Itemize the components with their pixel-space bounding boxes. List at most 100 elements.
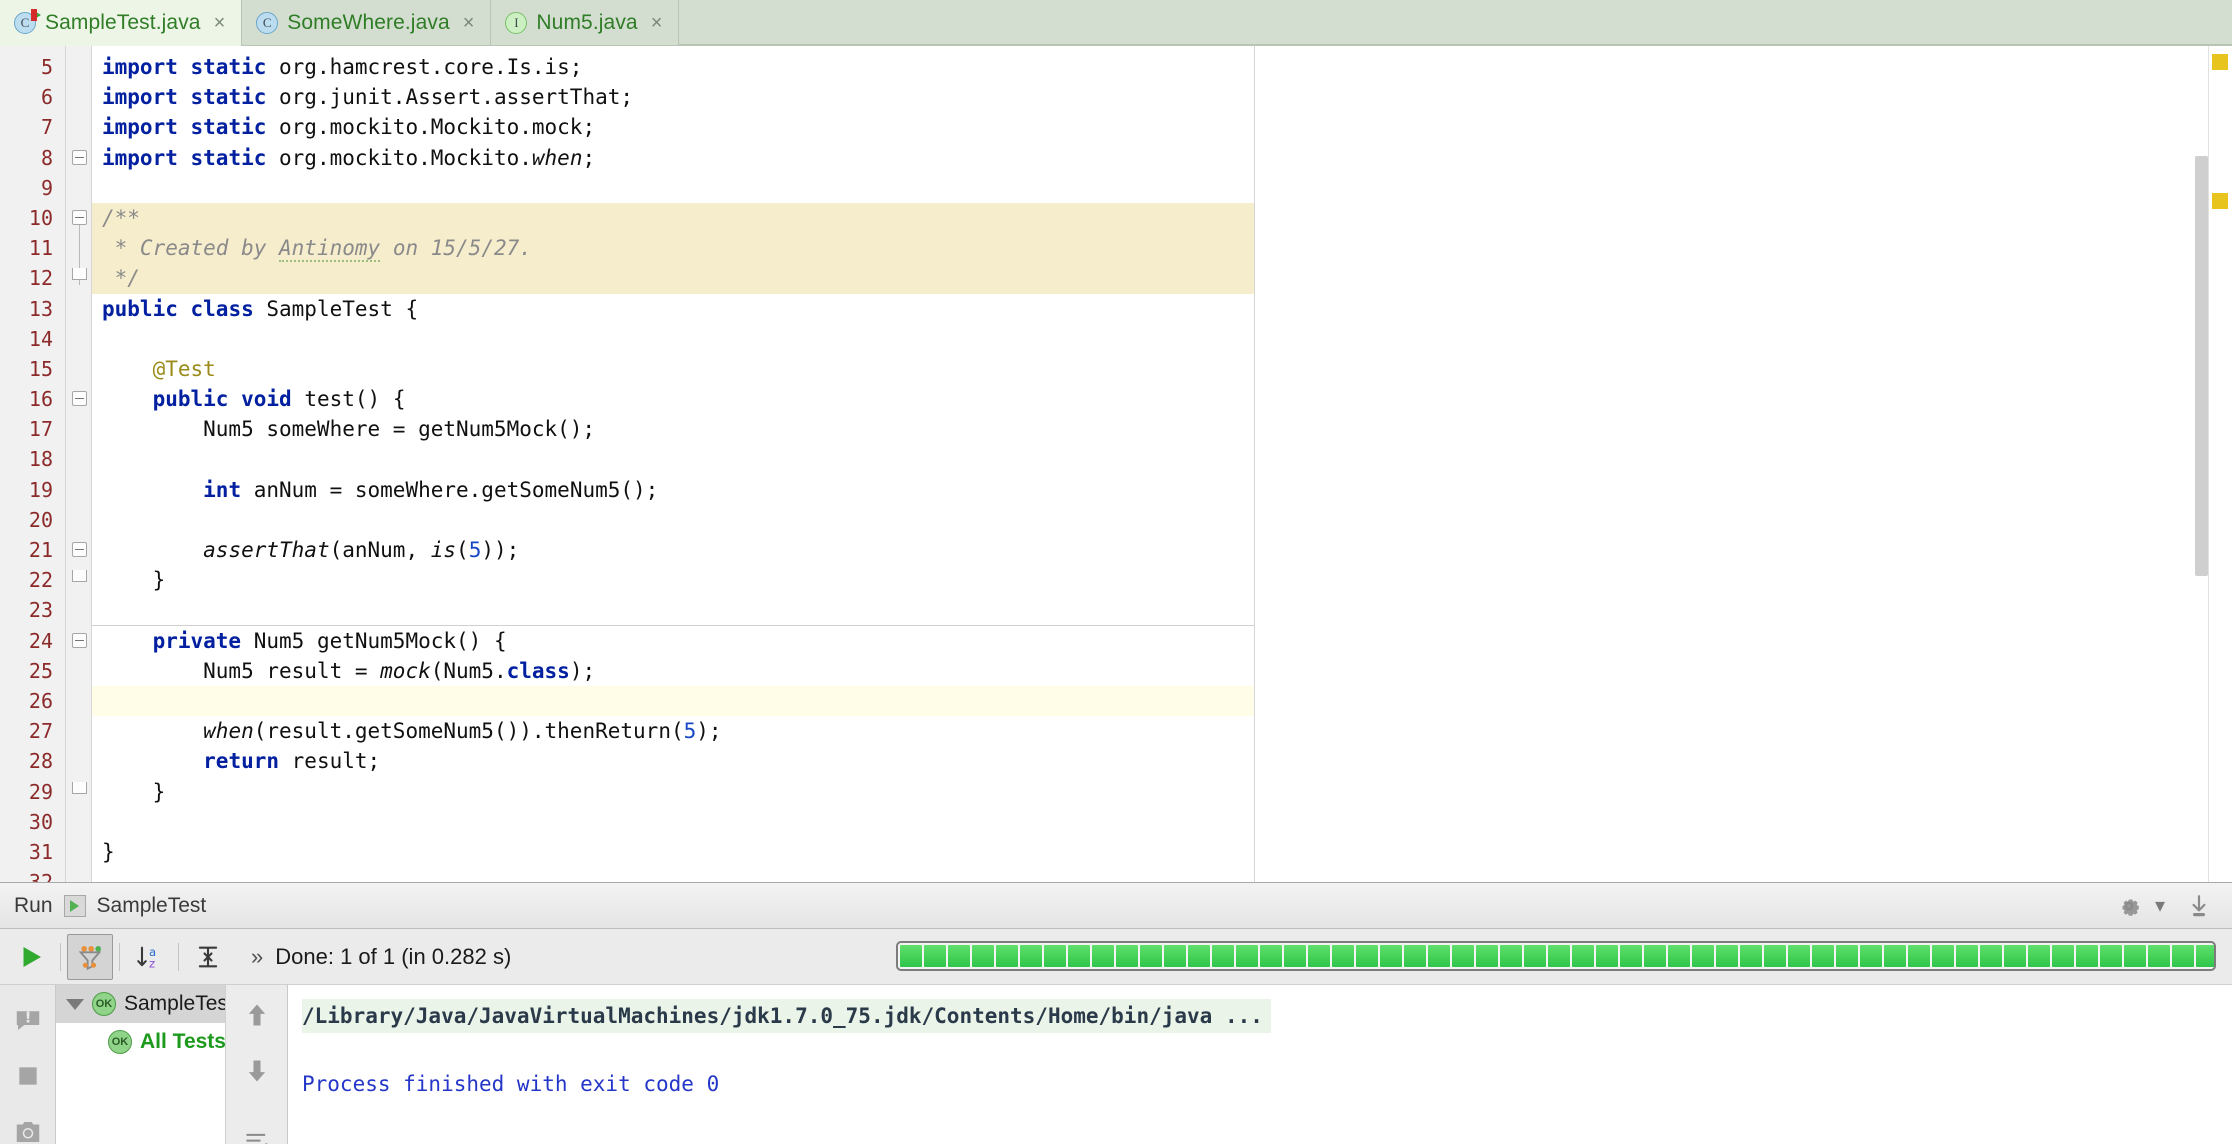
progress-segment xyxy=(1620,945,1642,967)
code-line[interactable]: @Test xyxy=(92,354,2232,384)
code-line[interactable] xyxy=(92,595,2232,625)
close-icon[interactable]: × xyxy=(647,13,663,33)
editor-tab-num5[interactable]: I Num5.java × xyxy=(491,0,680,45)
progress-segment xyxy=(1932,945,1954,967)
progress-segment xyxy=(1524,945,1546,967)
run-status-text: Done: 1 of 1 (in 0.282 s) xyxy=(275,943,512,969)
chevron-down-icon[interactable]: ▾ xyxy=(2155,893,2165,918)
code-line[interactable] xyxy=(92,173,2232,203)
progress-segment xyxy=(1788,945,1810,967)
code-line[interactable] xyxy=(92,444,2232,474)
code-line[interactable] xyxy=(92,505,2232,535)
editor-tab-label: SampleTest.java xyxy=(45,10,201,34)
warning-marker[interactable] xyxy=(2212,54,2228,70)
code-line[interactable] xyxy=(92,867,2232,882)
progress-segment xyxy=(1716,945,1738,967)
progress-segment xyxy=(1812,945,1834,967)
fold-toggle-icon[interactable] xyxy=(72,210,87,225)
run-configuration-icon xyxy=(63,894,86,917)
fold-end-icon[interactable] xyxy=(72,268,87,281)
warning-marker[interactable] xyxy=(2212,193,2228,209)
code-line[interactable] xyxy=(92,685,2232,717)
code-line[interactable]: return result; xyxy=(92,746,2232,776)
code-line[interactable] xyxy=(92,807,2232,837)
line-number: 25 xyxy=(28,658,53,683)
test-passed-icon: OK xyxy=(92,992,116,1016)
progress-segment xyxy=(1428,945,1450,967)
fold-end-icon[interactable] xyxy=(72,781,87,794)
rerun-play-icon[interactable] xyxy=(8,934,54,980)
progress-segment xyxy=(2196,945,2214,967)
progress-segment xyxy=(1692,945,1714,967)
java-class-icon: C xyxy=(256,11,279,34)
run-tool-window: Run SampleTest ▾ a z » Done: 1 of 1 (in … xyxy=(0,882,2232,1144)
progress-segment xyxy=(1116,945,1138,967)
code-line[interactable]: } xyxy=(92,837,2232,867)
test-results-tree[interactable]: OK SampleTest ( OK All Tests xyxy=(56,985,288,1144)
code-line[interactable]: } xyxy=(92,565,2232,595)
code-line[interactable]: private Num5 getNum5Mock() { xyxy=(92,626,2232,656)
code-line[interactable] xyxy=(92,324,2232,354)
chevron-expanded-icon[interactable] xyxy=(66,998,84,1010)
fold-toggle-icon[interactable] xyxy=(72,542,87,558)
progress-segment xyxy=(1500,945,1522,967)
code-line[interactable]: /** xyxy=(92,202,2232,234)
progress-segment xyxy=(1356,945,1378,967)
progress-segment xyxy=(1236,945,1258,967)
console-output[interactable]: /Library/Java/JavaVirtualMachines/jdk1.7… xyxy=(288,985,2232,1144)
code-line[interactable]: assertThat(anNum, is(5)); xyxy=(92,535,2232,565)
expand-collapse-icon[interactable] xyxy=(185,934,231,980)
code-line[interactable]: import static org.junit.Assert.assertTha… xyxy=(92,82,2232,112)
auto-scroll-icon[interactable] xyxy=(237,1123,277,1144)
code-line[interactable]: import static org.hamcrest.core.Is.is; xyxy=(92,52,2232,82)
screenshot-camera-icon[interactable] xyxy=(13,1117,43,1144)
line-number: 9 xyxy=(40,175,53,200)
toolbar-separator xyxy=(178,942,179,971)
run-configuration-name[interactable]: SampleTest xyxy=(97,894,207,918)
gear-icon[interactable] xyxy=(2106,883,2152,929)
run-tool-window-title[interactable]: Run xyxy=(14,894,53,918)
code-editor[interactable]: 5 6 7 8 9 10 11 12 13 14 15 16 17 18 19 20 21 22 23 24 25 26 2… xyxy=(0,46,2232,882)
progress-segment xyxy=(2172,945,2194,967)
code-line[interactable]: when(result.getSomeNum5()).thenReturn(5)… xyxy=(92,716,2232,746)
code-folding-gutter[interactable] xyxy=(66,46,92,882)
console-bubble-icon[interactable]: ! xyxy=(13,1005,43,1035)
code-line[interactable]: import static org.mockito.Mockito.when; xyxy=(92,143,2232,173)
progress-segment xyxy=(1644,945,1666,967)
fold-toggle-icon[interactable] xyxy=(72,149,87,165)
code-line[interactable]: Num5 someWhere = getNum5Mock(); xyxy=(92,414,2232,444)
code-line[interactable]: */ xyxy=(92,263,2232,294)
more-toolbar-actions[interactable]: » xyxy=(251,944,263,970)
progress-segment xyxy=(1284,945,1306,967)
test-tree-label: All Tests xyxy=(140,1030,226,1053)
code-line[interactable]: * Created by Antinomy on 15/5/27. xyxy=(92,233,2232,264)
hide-panel-icon[interactable] xyxy=(2176,883,2222,929)
fold-toggle-icon[interactable] xyxy=(72,632,87,648)
code-line[interactable]: Num5 result = mock(Num5.class); xyxy=(92,656,2232,686)
filter-passed-tests-icon[interactable] xyxy=(67,933,113,980)
editor-tab-sampletest[interactable]: C SampleTest.java × xyxy=(0,0,243,46)
code-line[interactable]: import static org.mockito.Mockito.mock; xyxy=(92,112,2232,142)
console-exit-line: Process finished with exit code 0 xyxy=(302,1072,720,1096)
stop-icon[interactable] xyxy=(15,1063,41,1089)
line-number: 12 xyxy=(28,266,53,291)
editor-vertical-scrollbar[interactable] xyxy=(2195,156,2208,576)
code-text-area[interactable]: import static org.hamcrest.core.Is.is; im… xyxy=(92,46,2232,882)
toolbar-separator xyxy=(60,942,61,971)
error-marker-stripe[interactable] xyxy=(2208,46,2232,882)
fold-toggle-icon[interactable] xyxy=(72,391,87,407)
close-icon[interactable]: × xyxy=(459,13,475,33)
code-line[interactable]: int anNum = someWhere.getSomeNum5(); xyxy=(92,475,2232,505)
next-failed-test-icon[interactable] xyxy=(237,1051,277,1091)
code-line[interactable]: public void test() { xyxy=(92,384,2232,414)
fold-end-icon[interactable] xyxy=(72,570,87,583)
progress-segment xyxy=(1332,945,1354,967)
code-line[interactable]: } xyxy=(92,777,2232,807)
code-line[interactable]: public class SampleTest { xyxy=(92,294,2232,324)
progress-segment xyxy=(948,945,970,967)
editor-tab-somewhere[interactable]: C SomeWhere.java × xyxy=(242,0,492,45)
close-icon[interactable]: × xyxy=(210,13,226,33)
sort-alphabetically-icon[interactable]: a z xyxy=(126,934,172,980)
progress-segment xyxy=(1068,945,1090,967)
previous-failed-test-icon[interactable] xyxy=(237,995,277,1035)
